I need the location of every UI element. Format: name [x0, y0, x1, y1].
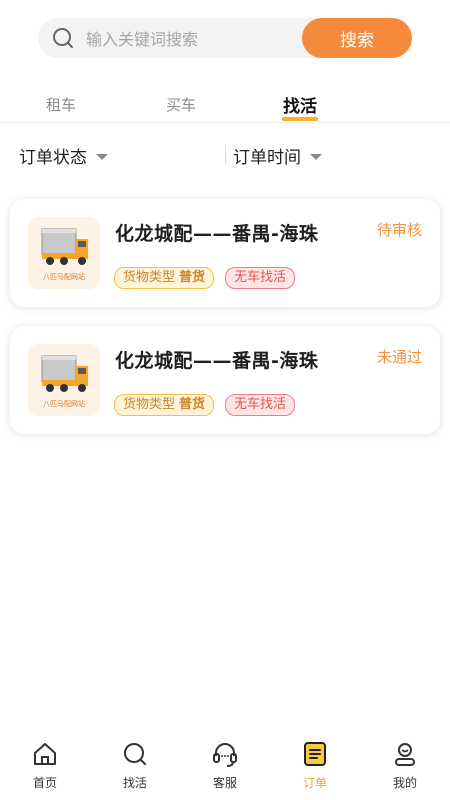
caret-down-icon: [96, 153, 108, 160]
user-icon: [395, 743, 415, 766]
category-tabs: 租车 买车 找活: [0, 88, 450, 123]
headset-icon: [213, 743, 237, 767]
nav-label: 我的: [392, 776, 417, 790]
nav-label: 首页: [32, 776, 57, 790]
nav-label: 找活: [122, 776, 147, 790]
thumbnail-caption: 八匹马配网站: [43, 273, 85, 281]
truck-thumbnail: 八匹马配网站: [28, 344, 100, 416]
nav-label: 订单: [302, 776, 327, 790]
search-field-container[interactable]: [38, 18, 338, 60]
work-mode-tag: 无车找活: [225, 267, 296, 289]
thumbnail-caption: 八匹马配网站: [43, 400, 85, 408]
home-icon: [34, 743, 56, 765]
filter-order-time-label: 订单时间: [233, 148, 301, 168]
cargo-type-tag: 货物类型 普货: [114, 394, 215, 416]
nav-item-orders[interactable]: 订单: [270, 740, 360, 800]
cargo-type-label: 货物类型: [123, 270, 176, 285]
cargo-type-value: 普货: [179, 270, 206, 285]
tab-find-work[interactable]: 找活: [283, 92, 317, 117]
bottom-navigation: 首页 找活 客服 订单 我的: [0, 730, 450, 800]
order-card[interactable]: 八匹马配网站 化龙城配——番禺-海珠 待审核 货物类型 普货 无车找活: [10, 199, 440, 307]
order-list-icon: [304, 742, 326, 766]
search-icon: [124, 743, 146, 765]
cargo-type-value: 普货: [179, 397, 206, 412]
filter-order-time[interactable]: 订单时间: [233, 143, 322, 168]
order-status-badge: 未通过: [376, 348, 422, 366]
nav-item-home[interactable]: 首页: [0, 740, 90, 800]
work-mode-tag: 无车找活: [225, 394, 296, 416]
search-icon: [53, 28, 73, 48]
filter-divider: [225, 146, 226, 164]
filter-order-status-label: 订单状态: [19, 148, 87, 168]
order-status-badge: 待审核: [376, 221, 422, 239]
order-title: 化龙城配——番禺-海珠: [115, 223, 319, 245]
order-card[interactable]: 八匹马配网站 化龙城配——番禺-海珠 未通过 货物类型 普货 无车找活: [10, 326, 440, 434]
tab-buy-car[interactable]: 买车: [166, 94, 196, 115]
nav-item-find-work[interactable]: 找活: [90, 740, 180, 800]
search-input[interactable]: [84, 18, 338, 60]
tab-rent-car[interactable]: 租车: [46, 94, 76, 115]
order-title: 化龙城配——番禺-海珠: [115, 350, 319, 372]
cargo-type-label: 货物类型: [123, 397, 176, 412]
nav-label: 客服: [212, 776, 237, 790]
nav-item-profile[interactable]: 我的: [360, 740, 450, 800]
caret-down-icon: [310, 153, 322, 160]
nav-item-customer-service[interactable]: 客服: [180, 740, 270, 800]
search-button[interactable]: 搜索: [302, 18, 412, 58]
cargo-type-tag: 货物类型 普货: [114, 267, 215, 289]
truck-thumbnail: 八匹马配网站: [28, 217, 100, 289]
active-tab-indicator: [282, 117, 318, 121]
search-bar: 搜索: [38, 18, 412, 60]
filter-order-status[interactable]: 订单状态: [19, 143, 108, 168]
